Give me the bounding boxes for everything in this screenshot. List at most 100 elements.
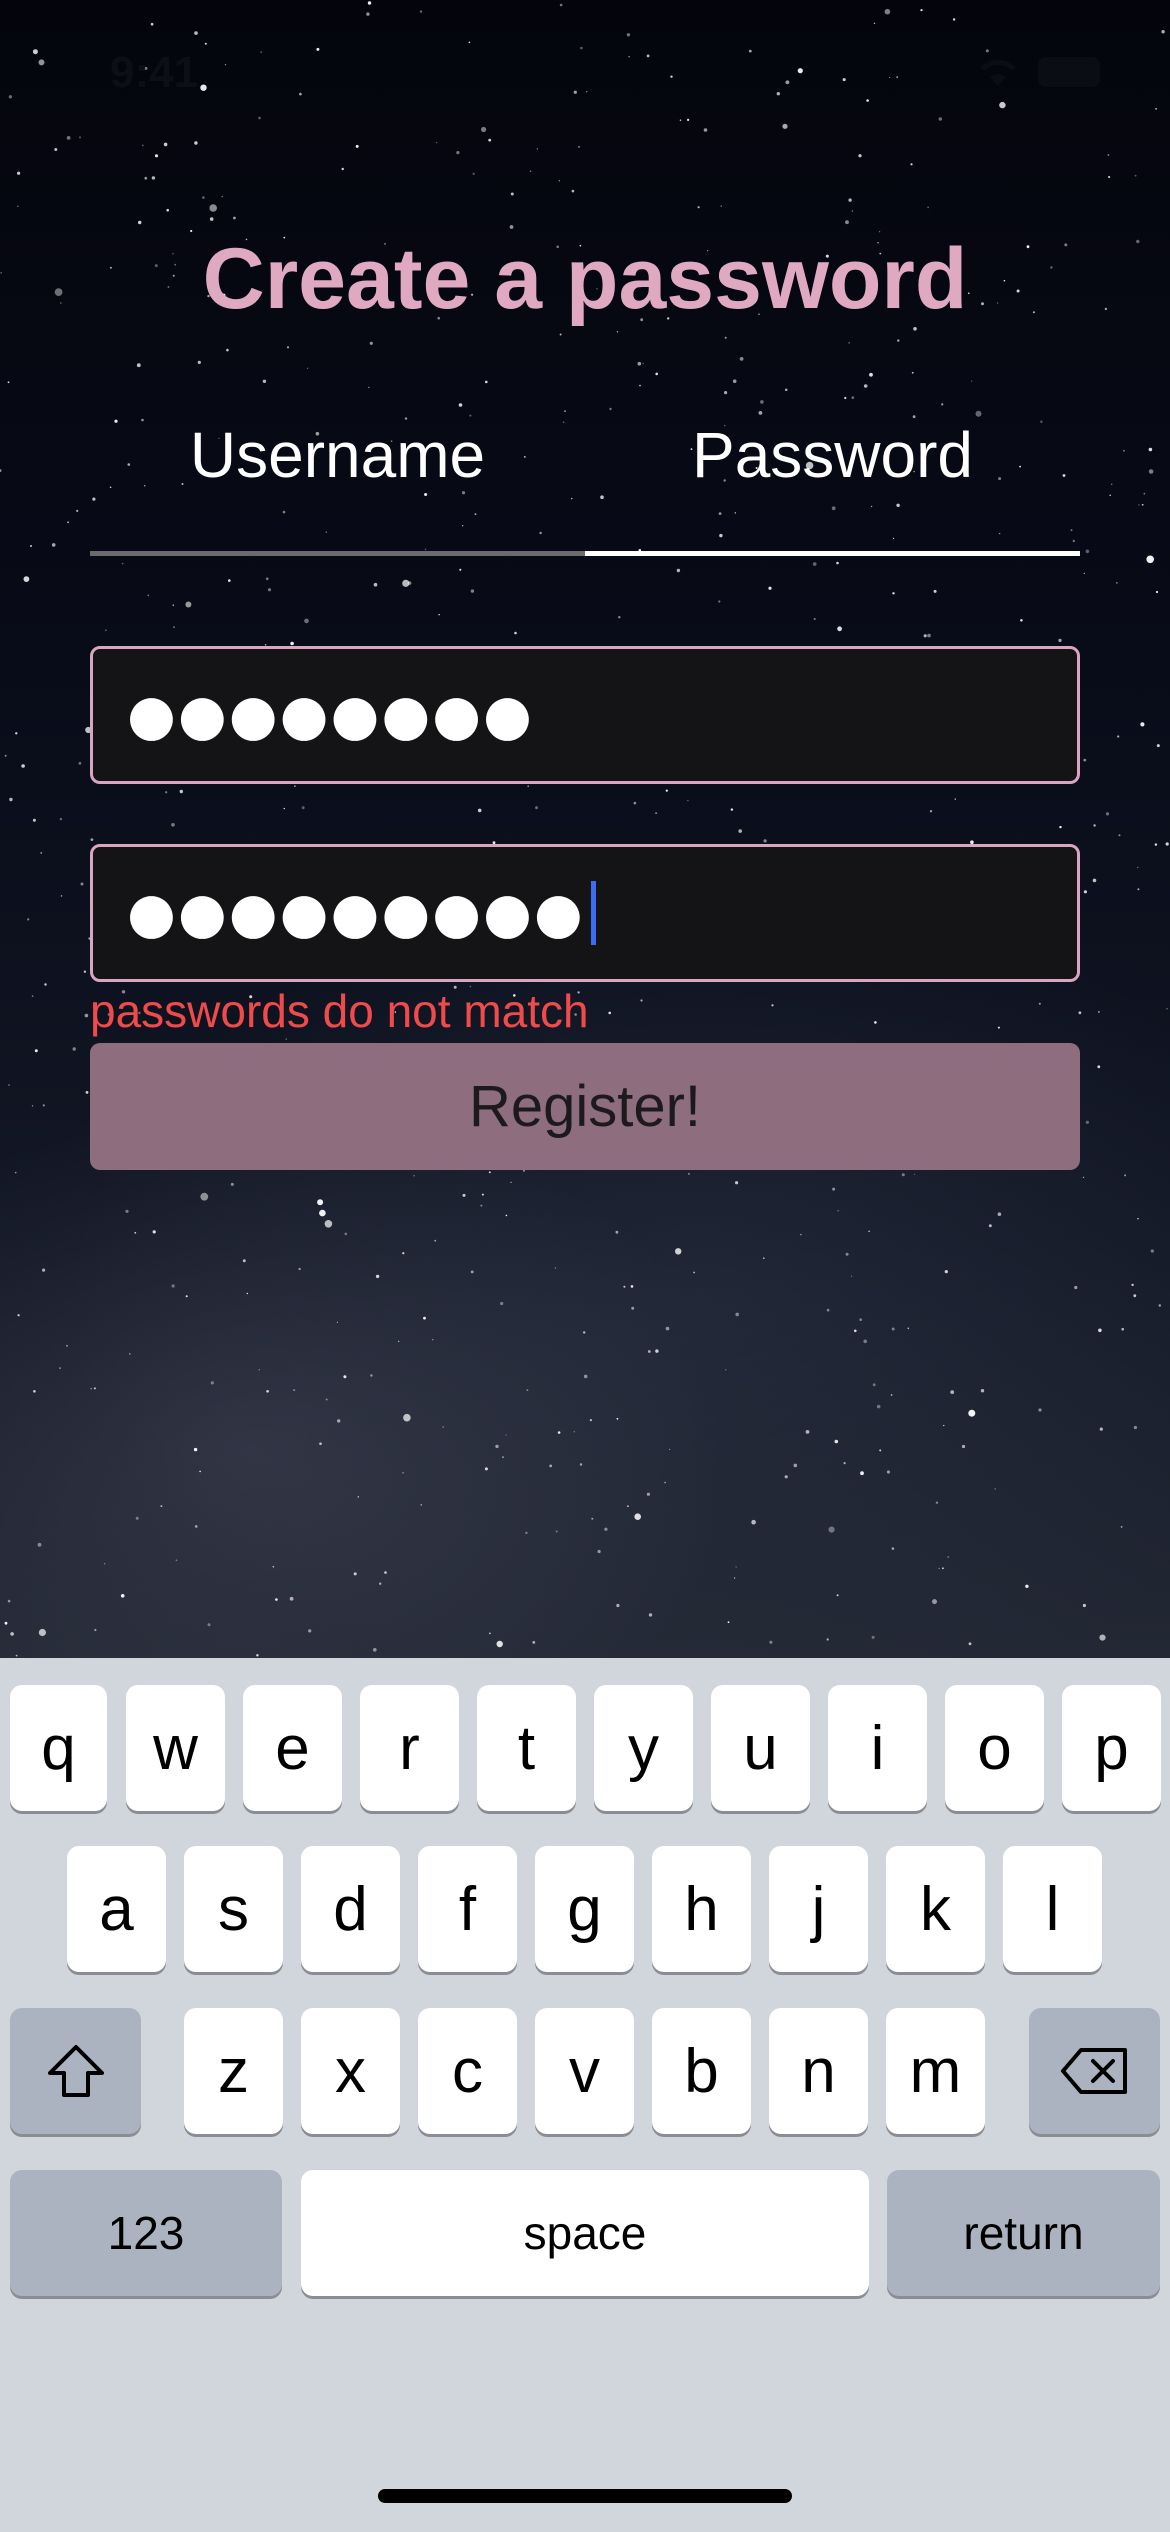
key-u[interactable]: u [711, 1685, 810, 1811]
star [929, 810, 933, 813]
star [891, 1327, 895, 1331]
star [665, 1326, 670, 1331]
star [876, 1404, 881, 1409]
star [246, 1292, 248, 1295]
star [456, 151, 460, 155]
key-n[interactable]: n [769, 2008, 868, 2134]
key-k[interactable]: k [886, 1846, 985, 1972]
star [505, 1434, 507, 1436]
page-title: Create a password [202, 231, 968, 327]
star [858, 154, 862, 158]
key-o[interactable]: o [945, 1685, 1044, 1811]
star [697, 206, 700, 209]
star [420, 1504, 422, 1506]
star [370, 1374, 373, 1377]
tab-username[interactable]: Username [90, 410, 585, 556]
key-p[interactable]: p [1062, 1685, 1161, 1811]
star [317, 1199, 324, 1206]
register-button[interactable]: Register! [90, 1043, 1080, 1170]
star [1085, 549, 1090, 554]
shift-key[interactable] [10, 2008, 141, 2134]
star [477, 808, 482, 813]
key-h[interactable]: h [652, 1846, 751, 1972]
star [771, 1004, 774, 1007]
star [10, 1632, 14, 1636]
key-c[interactable]: c [418, 2008, 517, 2134]
star [536, 148, 539, 150]
star [1154, 843, 1158, 846]
return-key[interactable]: return [887, 2170, 1160, 2296]
key-m[interactable]: m [886, 2008, 985, 2134]
star [80, 882, 84, 886]
key-y[interactable]: y [594, 1685, 693, 1811]
star [639, 384, 641, 387]
star [687, 799, 689, 802]
tab-username-underline [90, 551, 585, 556]
star [1082, 1176, 1085, 1179]
star [104, 629, 107, 632]
space-key[interactable]: space [301, 2170, 869, 2296]
star [38, 1628, 47, 1637]
key-j[interactable]: j [769, 1846, 868, 1972]
tab-username-label: Username [189, 419, 486, 491]
tab-password[interactable]: Password [585, 410, 1080, 556]
star [640, 999, 643, 1002]
key-q[interactable]: q [10, 1685, 107, 1811]
star [355, 144, 359, 148]
key-d[interactable]: d [301, 1846, 400, 1972]
star [954, 798, 956, 800]
star [914, 1173, 916, 1175]
star [165, 791, 168, 794]
key-z[interactable]: z [184, 2008, 283, 2134]
star [557, 1431, 561, 1434]
key-w[interactable]: w [126, 1685, 225, 1811]
key-r[interactable]: r [360, 1685, 459, 1811]
star [1137, 866, 1139, 869]
delete-key[interactable] [1029, 2008, 1160, 2134]
star [37, 1542, 42, 1547]
key-l[interactable]: l [1003, 1846, 1102, 1972]
star [135, 1516, 139, 1520]
star [67, 521, 69, 524]
key-v[interactable]: v [535, 2008, 634, 2134]
key-g[interactable]: g [535, 1846, 634, 1972]
star [851, 210, 853, 212]
key-a[interactable]: a [67, 1846, 166, 1972]
star [665, 789, 668, 792]
star [489, 1632, 491, 1635]
error-message: passwords do not match [90, 985, 589, 1037]
star [199, 1470, 201, 1473]
key-t[interactable]: t [477, 1685, 576, 1811]
key-e[interactable]: e [243, 1685, 342, 1811]
key-f[interactable]: f [418, 1846, 517, 1972]
star [558, 180, 560, 182]
numbers-key[interactable]: 123 [10, 2170, 282, 2296]
star [470, 589, 475, 593]
star [941, 403, 944, 406]
star [1133, 1425, 1137, 1430]
star [851, 1275, 853, 1277]
star [768, 586, 772, 590]
battery-icon [1038, 57, 1100, 87]
key-i[interactable]: i [828, 1685, 927, 1811]
star [173, 626, 175, 628]
star [910, 163, 913, 166]
star [642, 362, 644, 365]
key-b[interactable]: b [652, 2008, 751, 2134]
star [1133, 1294, 1137, 1298]
star [1025, 1584, 1029, 1589]
status-icons [976, 56, 1100, 88]
confirm-password-field[interactable]: ●●●●●●●●● [90, 844, 1080, 982]
star [950, 1390, 955, 1394]
star [202, 196, 205, 199]
key-x[interactable]: x [301, 2008, 400, 2134]
star [402, 1471, 404, 1474]
star [30, 545, 32, 547]
wifi-icon [980, 60, 1016, 86]
password-field[interactable]: ●●●●●●●● [90, 646, 1080, 784]
key-s[interactable]: s [184, 1846, 283, 1972]
star [980, 1389, 985, 1393]
star [42, 1268, 46, 1272]
star [863, 1339, 867, 1344]
star [147, 594, 150, 597]
